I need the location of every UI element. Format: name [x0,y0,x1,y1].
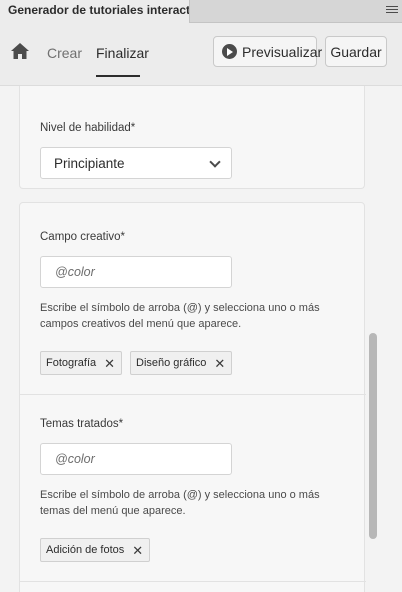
tag-chip: Diseño gráfico ✕ [130,351,233,375]
scrollbar-thumb[interactable] [369,333,377,539]
tag-chip: Adición de fotos ✕ [40,538,151,562]
chevron-down-icon [209,156,221,168]
active-tab-indicator [96,75,140,77]
home-icon[interactable] [10,42,30,60]
panel-tab[interactable]: Generador de tutoriales interactivos [0,0,190,23]
tag-chip-label: Adición de fotos [46,544,125,556]
topics-label: Temas tratados* [40,418,124,430]
section-divider [20,581,366,582]
topics-help: Escribe el símbolo de arroba (@) y selec… [40,489,320,517]
tab-finalizar[interactable]: Finalizar [96,45,149,61]
save-label: Guardar [330,43,382,60]
remove-tag-icon[interactable]: ✕ [132,544,143,557]
tag-chip-label: Diseño gráfico [136,357,207,369]
settings-scroll-area[interactable]: Nivel de habilidad* Principiante Campo c… [0,85,402,592]
creative-field-help: Escribe el símbolo de arroba (@) y selec… [40,302,320,330]
panel-tab-bar: Generador de tutoriales interactivos [0,0,402,23]
skill-select[interactable]: Principiante [40,147,232,179]
header: Crear Finalizar Previsualizar Guardar [0,23,402,85]
preview-label: Previsualizar [242,43,323,60]
save-button[interactable]: Guardar [325,36,387,67]
skill-select-value: Principiante [54,156,125,171]
hamburger-icon[interactable] [386,4,398,16]
tab-crear[interactable]: Crear [47,45,82,61]
creative-field-label: Campo creativo* [40,231,126,243]
creative-field-input[interactable] [40,256,232,288]
fields-section: Campo creativo* Escribe el símbolo de ar… [19,202,366,592]
section-divider [20,394,366,395]
skill-label: Nivel de habilidad* [40,122,136,134]
preview-button[interactable]: Previsualizar [213,36,322,67]
tag-chip: Fotografía ✕ [40,351,123,375]
remove-tag-icon[interactable]: ✕ [104,357,115,370]
skill-section: Nivel de habilidad* Principiante [19,86,365,189]
panel-title: Generador de tutoriales interactivos [8,3,190,17]
topics-input[interactable] [40,443,232,475]
play-circle-icon [222,44,237,59]
tag-chip-label: Fotografía [46,357,97,369]
remove-tag-icon[interactable]: ✕ [214,357,225,370]
